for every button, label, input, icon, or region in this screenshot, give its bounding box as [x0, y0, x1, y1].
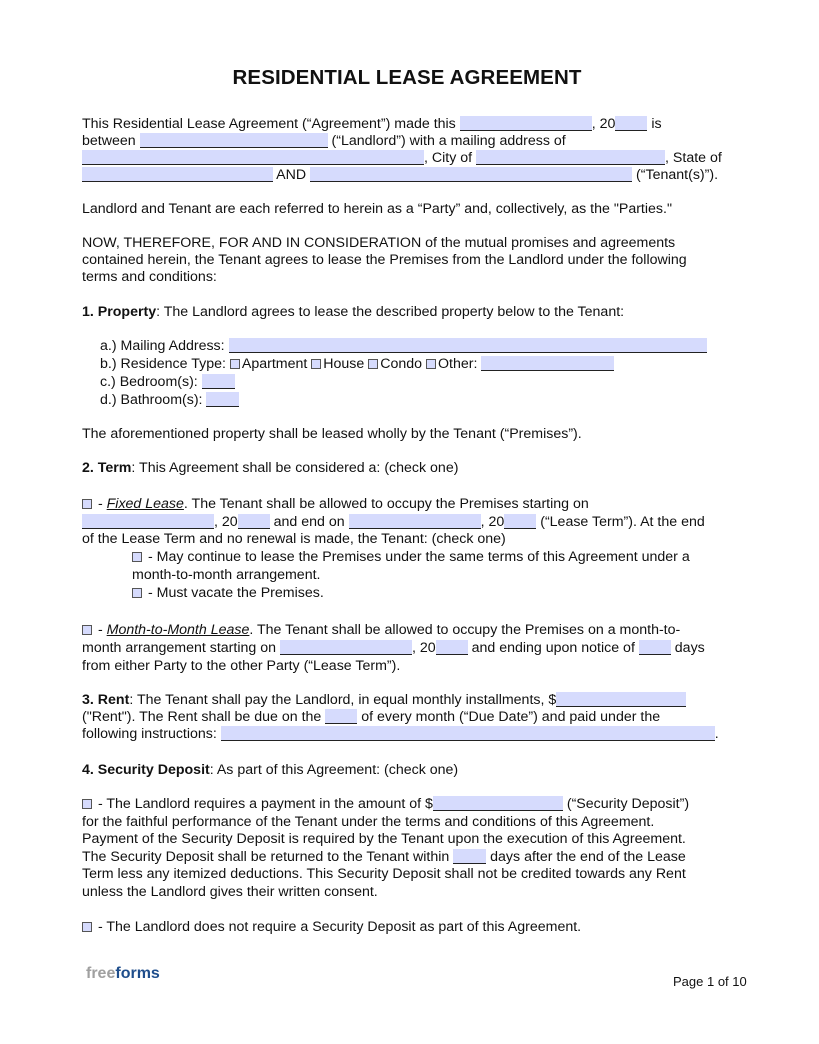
parties-paragraph: Landlord and Tenant are each referred to…	[82, 201, 672, 217]
deposit-required-checkbox[interactable]	[82, 799, 92, 809]
landlord-state-field[interactable]	[82, 167, 273, 182]
house-checkbox[interactable]	[311, 359, 322, 369]
agreement-year-field[interactable]	[615, 116, 648, 131]
month-to-month-continue-checkbox[interactable]	[132, 552, 142, 562]
intro-line-4: AND (“Tenant(s)”).	[82, 167, 732, 185]
premises-paragraph: The aforementioned property shall be lea…	[82, 426, 582, 442]
deposit-required-line-5: Term less any itemized deductions. This …	[82, 866, 686, 882]
landlord-address-field[interactable]	[82, 150, 424, 165]
landlord-name-field[interactable]	[139, 133, 328, 148]
fixed-end-date-field[interactable]	[348, 514, 481, 529]
fixed-lease-line-1: - Fixed Lease. The Tenant shall be allow…	[82, 496, 732, 514]
other-residence-field[interactable]	[481, 356, 615, 371]
must-vacate-checkbox[interactable]	[132, 588, 142, 598]
agreement-date-field[interactable]	[459, 116, 592, 131]
mtm-lease-line-1: - Month-to-Month Lease. The Tenant shall…	[82, 622, 732, 640]
mailing-address-row: a.) Mailing Address:	[100, 338, 750, 356]
payment-instructions-field[interactable]	[220, 726, 715, 741]
bedrooms-field[interactable]	[201, 374, 235, 389]
fixed-lease-checkbox[interactable]	[82, 499, 92, 509]
intro-line-1: This Residential Lease Agreement (“Agree…	[82, 116, 662, 132]
deposit-required-line-4: The Security Deposit shall be returned t…	[82, 849, 686, 865]
rent-line-3: following instructions: .	[82, 726, 719, 742]
month-to-month-lease-checkbox[interactable]	[82, 625, 92, 635]
intro-line-3: , City of , State of	[82, 150, 732, 168]
fixed-end-year-field[interactable]	[504, 514, 537, 529]
rent-amount-field[interactable]	[556, 692, 687, 707]
condo-checkbox[interactable]	[368, 359, 379, 369]
renewal-option-2: - Must vacate the Premises.	[132, 585, 782, 603]
property-heading: 1. Property: The Landlord agrees to leas…	[82, 304, 625, 320]
deposit-required-line-2: for the faithful performance of the Tena…	[82, 814, 655, 830]
renewal-option-1-cont: month-to-month arrangement.	[132, 567, 321, 583]
bathrooms-row: d.) Bathroom(s):	[100, 392, 750, 410]
document-title: RESIDENTIAL LEASE AGREEMENT	[232, 66, 582, 89]
fixed-start-year-field[interactable]	[237, 514, 270, 529]
now-therefore-line-2: contained herein, the Tenant agrees to l…	[82, 252, 687, 268]
mailing-address-field[interactable]	[228, 338, 707, 353]
mtm-lease-line-3: from either Party to the other Party (“L…	[82, 658, 401, 674]
mtm-start-year-field[interactable]	[435, 640, 468, 655]
rent-due-day-field[interactable]	[325, 709, 358, 724]
now-therefore-line-1: NOW, THEREFORE, FOR AND IN CONSIDERATION…	[82, 235, 676, 251]
no-deposit-checkbox[interactable]	[82, 922, 92, 932]
fixed-lease-line-2: , 20 and end on , 20 (“Lease Term”). At …	[82, 514, 732, 532]
landlord-city-field[interactable]	[476, 150, 666, 165]
rent-line-1: 3. Rent: The Tenant shall pay the Landlo…	[82, 692, 732, 710]
mtm-start-date-field[interactable]	[279, 640, 412, 655]
deposit-heading: 4. Security Deposit: As part of this Agr…	[82, 762, 459, 778]
term-heading: 2. Term: This Agreement shall be conside…	[82, 460, 459, 476]
freeforms-logo: freeforms	[86, 965, 160, 982]
deposit-amount-field[interactable]	[432, 796, 563, 811]
fixed-start-date-field[interactable]	[82, 514, 214, 529]
deposit-return-days-field[interactable]	[453, 849, 487, 864]
bedrooms-row: c.) Bedroom(s):	[100, 374, 750, 392]
tenant-name-field[interactable]	[310, 167, 633, 182]
deposit-none-line: - The Landlord does not require a Securi…	[82, 919, 732, 937]
residence-type-row: b.) Residence Type: Apartment House Cond…	[100, 356, 750, 374]
other-checkbox[interactable]	[426, 359, 437, 369]
notice-days-field[interactable]	[638, 640, 671, 655]
page-number: Page 1 of 10	[673, 974, 747, 989]
mtm-lease-line-2: month arrangement starting on , 20 and e…	[82, 640, 705, 656]
fixed-lease-line-3: of the Lease Term and no renewal is made…	[82, 531, 506, 547]
apartment-checkbox[interactable]	[229, 359, 240, 369]
deposit-required-line-6: unless the Landlord gives their written …	[82, 884, 378, 900]
rent-line-2: ("Rent"). The Rent shall be due on the o…	[82, 709, 661, 725]
deposit-required-line-1: - The Landlord requires a payment in the…	[82, 796, 732, 814]
intro-line-2: between (“Landlord”) with a mailing addr…	[82, 133, 566, 149]
renewal-option-1: - May continue to lease the Premises und…	[132, 549, 782, 567]
deposit-required-line-3: Payment of the Security Deposit is requi…	[82, 831, 686, 847]
bathrooms-field[interactable]	[206, 392, 240, 407]
now-therefore-line-3: terms and conditions:	[82, 269, 217, 285]
